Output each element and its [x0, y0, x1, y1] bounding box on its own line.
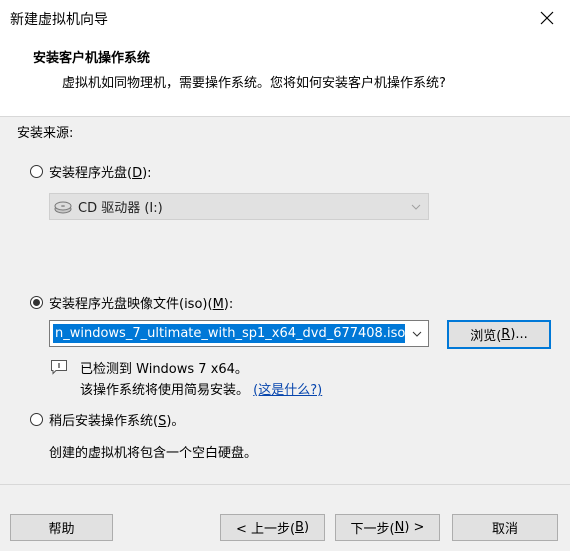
radio-cd[interactable]: 安装程序光盘(D): — [30, 162, 152, 181]
back-button[interactable]: < 上一步(B) — [220, 514, 325, 541]
install-source-label: 安装来源: — [17, 126, 74, 141]
close-icon — [540, 11, 554, 25]
iso-path-combobox[interactable]: n_windows_7_ultimate_with_sp1_x64_dvd_67… — [49, 320, 429, 347]
window-title: 新建虚拟机向导 — [10, 12, 108, 28]
chevron-down-icon — [411, 204, 421, 210]
next-button[interactable]: 下一步(N) > — [335, 514, 440, 541]
later-description: 创建的虚拟机将包含一个空白硬盘。 — [49, 446, 258, 461]
easy-install-text: 该操作系统将使用简易安装。 (这是什么?) — [80, 383, 323, 398]
iso-dropdown-button[interactable] — [406, 321, 428, 346]
radio-later[interactable]: 稍后安装操作系统(S)。 — [30, 410, 184, 429]
radio-cd-label: 安装程序光盘(D): — [49, 166, 152, 181]
close-button[interactable] — [524, 0, 570, 36]
iso-path-input[interactable]: n_windows_7_ultimate_with_sp1_x64_dvd_67… — [53, 324, 405, 343]
page-title: 安装客户机操作系统 — [33, 51, 151, 66]
detected-os-text: 已检测到 Windows 7 x64。 — [80, 362, 248, 377]
cd-drive-icon — [54, 201, 72, 213]
footer-divider — [0, 484, 570, 485]
radio-later-circle[interactable] — [30, 413, 43, 426]
wizard-header: 安装客户机操作系统 虚拟机如同物理机，需要操作系统。您将如何安装客户机操作系统? — [0, 36, 570, 117]
chevron-down-icon — [412, 331, 422, 337]
whats-this-link[interactable]: (这是什么?) — [253, 383, 322, 398]
browse-button[interactable]: 浏览(R)... — [447, 320, 551, 349]
title-bar: 新建虚拟机向导 — [0, 0, 570, 36]
radio-iso-circle[interactable] — [30, 296, 43, 309]
help-button[interactable]: 帮助 — [10, 514, 113, 541]
radio-cd-circle[interactable] — [30, 165, 43, 178]
cd-drive-value: CD 驱动器 (I:) — [78, 201, 163, 216]
radio-iso[interactable]: 安装程序光盘映像文件(iso)(M): — [30, 293, 233, 312]
radio-iso-label: 安装程序光盘映像文件(iso)(M): — [49, 297, 234, 312]
cancel-button[interactable]: 取消 — [452, 514, 558, 541]
radio-later-label: 稍后安装操作系统(S)。 — [49, 414, 185, 429]
info-icon — [51, 360, 67, 375]
page-subtitle: 虚拟机如同物理机，需要操作系统。您将如何安装客户机操作系统? — [62, 76, 446, 91]
cd-drive-select: CD 驱动器 (I:) — [49, 193, 429, 220]
